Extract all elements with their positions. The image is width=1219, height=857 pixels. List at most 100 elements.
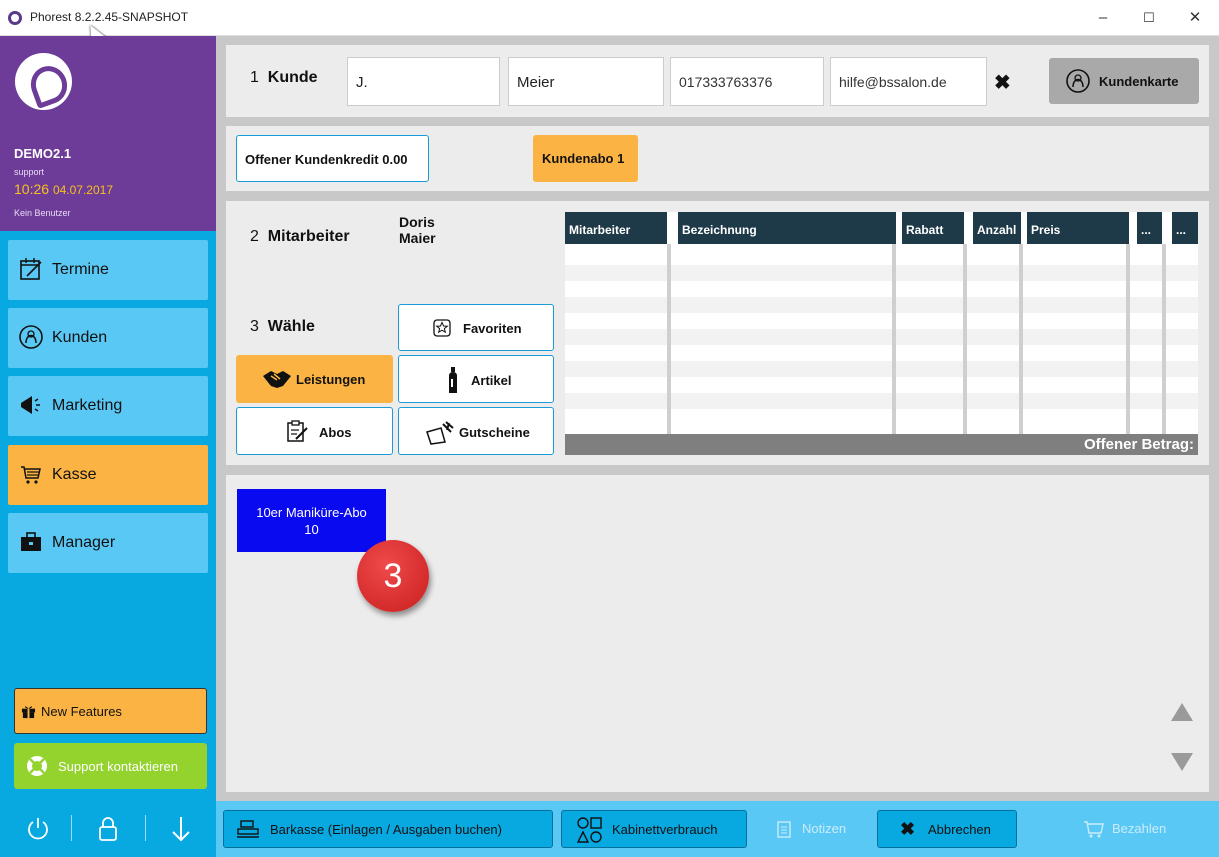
customer-panel: 1 Kunde J. Meier 017333763376 hilfe@bssa… <box>226 45 1209 117</box>
column-header-extra-2[interactable]: ... <box>1172 212 1198 244</box>
staff-last-name: Maier <box>399 230 436 246</box>
email-field[interactable]: hilfe@bssalon.de <box>830 57 987 106</box>
abbrechen-button[interactable]: ✖ Abbrechen <box>877 810 1017 848</box>
table-row[interactable] <box>565 329 1198 345</box>
shapes-icon <box>576 817 602 843</box>
last-name-field[interactable]: Meier <box>508 57 664 106</box>
notizen-button[interactable]: Notizen <box>802 821 846 836</box>
leistungen-label: Leistungen <box>296 372 366 387</box>
new-features-button[interactable]: New Features <box>14 688 207 734</box>
kabinettverbrauch-label: Kabinettverbrauch <box>612 822 718 837</box>
column-header-preis[interactable]: Preis <box>1027 212 1129 244</box>
divider <box>145 815 146 841</box>
step-label: Wähle <box>267 318 315 335</box>
table-row[interactable] <box>565 297 1198 313</box>
sidebar-item-marketing[interactable]: Marketing <box>8 376 208 436</box>
support-button[interactable]: Support kontaktieren <box>14 743 207 789</box>
staff-step: 2 Mitarbeiter <box>250 228 350 246</box>
favoriten-button[interactable]: Favoriten <box>398 304 554 351</box>
lock-icon[interactable] <box>96 815 120 843</box>
gutscheine-button[interactable]: Gutscheine <box>398 407 554 455</box>
column-header-anzahl[interactable]: Anzahl <box>973 212 1021 244</box>
clock: 10:26 04.07.2017 <box>14 181 113 197</box>
favoriten-label: Favoriten <box>463 321 522 336</box>
open-credit-button[interactable]: Offener Kundenkredit 0.00 <box>236 135 429 182</box>
sidebar-item-label: Termine <box>52 261 109 278</box>
leistungen-button[interactable]: Leistungen <box>236 355 393 403</box>
column-header-extra-1[interactable]: ... <box>1137 212 1162 244</box>
sidebar-footer <box>0 801 216 857</box>
arrow-down-icon[interactable] <box>170 815 192 843</box>
sidebar-item-manager[interactable]: Manager <box>8 513 208 573</box>
credit-panel: Offener Kundenkredit 0.00 Kundenabo 1 <box>226 126 1209 191</box>
minimize-button[interactable]: – <box>1083 6 1123 30</box>
close-button[interactable]: ✕ <box>1175 6 1215 30</box>
calendar-edit-icon <box>20 258 42 280</box>
staff-first-name: Doris <box>399 214 435 230</box>
column-divider <box>667 244 671 434</box>
phone-field[interactable]: 017333763376 <box>670 57 824 106</box>
table-row[interactable] <box>565 265 1198 281</box>
abbrechen-label: Abbrechen <box>928 822 991 837</box>
kundenkarte-button[interactable]: Kundenkarte <box>1049 58 1199 104</box>
artikel-label: Artikel <box>471 373 512 388</box>
title-bar: Phorest 8.2.2.45-SNAPSHOT – ☐ ✕ <box>0 0 1219 36</box>
clear-customer-icon[interactable]: ✖ <box>994 70 1011 95</box>
step-number: 3 <box>250 318 259 335</box>
scroll-up-icon[interactable] <box>1171 703 1193 721</box>
selected-staff[interactable]: Doris Maier <box>399 214 436 246</box>
product-tile-name: 10er Maniküre-Abo <box>256 505 367 520</box>
briefcase-icon <box>21 532 41 551</box>
power-icon[interactable] <box>26 816 50 842</box>
product-tile-count: 10 <box>304 522 319 537</box>
maximize-button[interactable]: ☐ <box>1129 6 1169 30</box>
phorest-logo-icon <box>15 53 72 110</box>
barkasse-label: Barkasse (Einlagen / Ausgaben buchen) <box>270 822 502 837</box>
first-name-field[interactable]: J. <box>347 57 500 106</box>
sidebar: DEMO2.1 support 10:26 04.07.2017 Kein Be… <box>0 36 216 857</box>
sidebar-item-label: Manager <box>52 534 116 551</box>
scroll-down-icon[interactable] <box>1171 753 1193 771</box>
order-table: Mitarbeiter Bezeichnung Rabatt Anzahl Pr… <box>565 212 1198 455</box>
sale-panel: 2 Mitarbeiter Doris Maier 3 Wähle Favori… <box>226 201 1209 465</box>
product-tile[interactable]: 10er Maniküre-Abo 10 <box>237 489 386 552</box>
column-header-bezeichnung[interactable]: Bezeichnung <box>678 212 896 244</box>
step-number: 1 <box>250 69 259 86</box>
sidebar-item-kunden[interactable]: Kunden <box>8 308 208 368</box>
column-divider <box>963 244 967 434</box>
divider <box>71 815 72 841</box>
sidebar-header: DEMO2.1 support 10:26 04.07.2017 Kein Be… <box>0 36 216 231</box>
open-amount-footer: Offener Betrag: <box>565 434 1198 455</box>
subscription-button[interactable]: Kundenabo 1 <box>533 135 638 182</box>
abos-button[interactable]: Abos <box>236 407 393 455</box>
column-header-mitarbeiter[interactable]: Mitarbeiter <box>565 212 667 244</box>
column-divider <box>1019 244 1023 434</box>
face-icon <box>1066 69 1090 93</box>
gutscheine-label: Gutscheine <box>459 425 530 440</box>
megaphone-icon <box>21 396 40 414</box>
bottle-icon <box>449 367 457 393</box>
org-name: DEMO2.1 <box>14 146 72 161</box>
lifebuoy-icon <box>27 756 47 776</box>
sidebar-item-label: Kunden <box>52 329 108 346</box>
cancel-icon: ✖ <box>900 819 916 839</box>
clipboard-edit-icon <box>287 420 308 442</box>
sidebar-item-kasse[interactable]: Kasse <box>8 445 208 505</box>
column-divider <box>1126 244 1130 434</box>
step-label: Mitarbeiter <box>267 228 350 245</box>
step-badge: 3 <box>357 540 429 612</box>
sidebar-item-termine[interactable]: Termine <box>8 240 208 300</box>
handshake-icon <box>263 371 291 388</box>
step-number: 2 <box>250 228 259 245</box>
window-title: Phorest 8.2.2.45-SNAPSHOT <box>30 10 189 24</box>
table-row[interactable] <box>565 393 1198 409</box>
kabinettverbrauch-button[interactable]: Kabinettverbrauch <box>561 810 747 848</box>
barkasse-button[interactable]: Barkasse (Einlagen / Ausgaben buchen) <box>223 810 553 848</box>
bezahlen-button[interactable]: Bezahlen <box>1112 821 1166 836</box>
customer-step: 1 Kunde <box>250 69 318 87</box>
kundenkarte-label: Kundenkarte <box>1099 74 1179 89</box>
artikel-button[interactable]: Artikel <box>398 355 554 403</box>
column-header-rabatt[interactable]: Rabatt <box>902 212 964 244</box>
table-row[interactable] <box>565 361 1198 377</box>
gift-icon <box>21 706 36 719</box>
